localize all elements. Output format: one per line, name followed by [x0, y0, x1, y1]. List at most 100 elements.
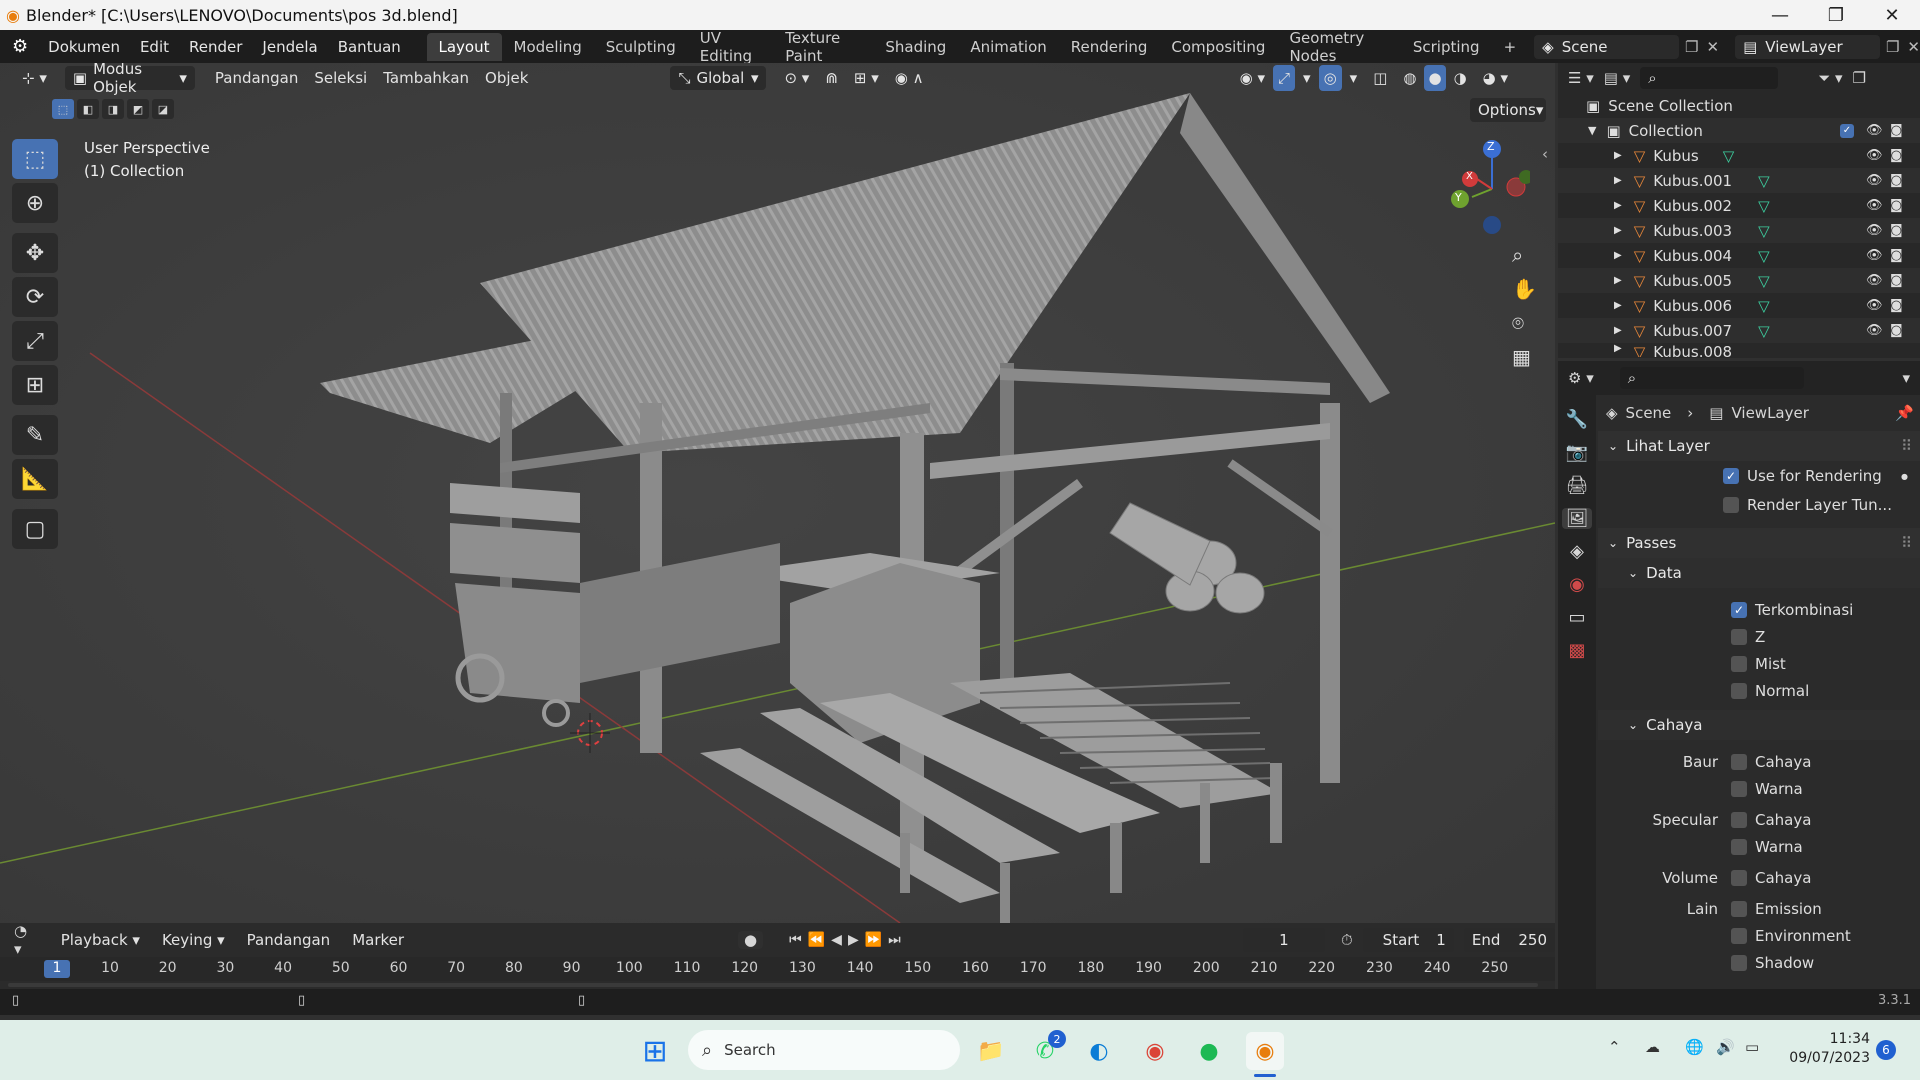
- emission-row[interactable]: Lain Emission: [1598, 895, 1920, 922]
- overlay-toggle-icon[interactable]: ◎: [1318, 65, 1342, 91]
- battery-icon[interactable]: ▭: [1745, 1038, 1759, 1056]
- rotate-tool-icon[interactable]: ⟳: [12, 277, 58, 317]
- tray-chevron-icon[interactable]: ⌃: [1608, 1038, 1621, 1056]
- tab-rendering[interactable]: Rendering: [1059, 33, 1160, 61]
- volume-cahaya-checkbox[interactable]: [1731, 869, 1747, 886]
- drag-handle-icon[interactable]: ⠿: [1901, 534, 1912, 552]
- menu-edit[interactable]: Edit: [130, 30, 179, 63]
- camera-icon[interactable]: ◙: [1890, 248, 1903, 263]
- select-intersect-icon[interactable]: ◪: [152, 99, 174, 119]
- normal-pass-checkbox[interactable]: [1731, 682, 1747, 699]
- menu-pandangan-timeline[interactable]: Pandangan: [239, 927, 339, 953]
- shadow-checkbox[interactable]: [1731, 954, 1747, 971]
- camera-icon[interactable]: ◙: [1890, 298, 1903, 313]
- eye-icon[interactable]: 👁: [1866, 223, 1883, 238]
- chrome-icon[interactable]: ◉: [1136, 1032, 1174, 1070]
- tab-uv-editing[interactable]: UV Editing: [688, 29, 774, 65]
- tab-modeling[interactable]: Modeling: [502, 33, 594, 61]
- terkombinasi-checkbox[interactable]: ✓: [1731, 601, 1747, 618]
- camera-icon[interactable]: ◙: [1890, 148, 1903, 163]
- annotate-tool-icon[interactable]: ✎: [12, 415, 58, 455]
- ortho-grid-icon[interactable]: ▦: [1512, 345, 1537, 369]
- expand-arrow-icon[interactable]: ▶: [1614, 175, 1622, 186]
- eye-icon[interactable]: 👁: [1866, 273, 1883, 288]
- mist-pass-checkbox[interactable]: [1731, 655, 1747, 672]
- overlay-dropdown-icon[interactable]: ▾: [1342, 65, 1366, 91]
- eye-icon[interactable]: 👁: [1866, 248, 1883, 263]
- world-tab-icon[interactable]: ◉: [1569, 574, 1585, 595]
- menu-dokumen[interactable]: Dokumen: [38, 30, 130, 63]
- z-pass-checkbox[interactable]: [1731, 628, 1747, 645]
- expand-arrow-icon[interactable]: ▼: [1588, 124, 1596, 137]
- clock[interactable]: 11:34 09/07/2023: [1786, 1030, 1870, 1068]
- passes-header[interactable]: ⌄ Passes ⠿: [1598, 528, 1920, 558]
- solid-shading-icon[interactable]: ●: [1424, 65, 1446, 91]
- menu-render[interactable]: Render: [179, 30, 252, 63]
- menu-bantuan[interactable]: Bantuan: [328, 30, 411, 63]
- lihat-layer-header[interactable]: ⌄ Lihat Layer ⠿: [1598, 431, 1920, 461]
- object-row[interactable]: ▶ ▽ Kubus ▽ 👁 ◙: [1558, 143, 1920, 168]
- add-cube-tool-icon[interactable]: ▢: [12, 509, 58, 549]
- sidebar-toggle-icon[interactable]: ‹: [1542, 145, 1548, 163]
- navigation-gizmo[interactable]: Z Y X: [1440, 139, 1533, 239]
- normal-pass-row[interactable]: Normal: [1598, 677, 1920, 704]
- cahaya-subheader[interactable]: ⌄ Cahaya: [1598, 710, 1920, 740]
- render-layer-tun-row[interactable]: Render Layer Tun...: [1598, 491, 1920, 518]
- cursor-tool-icon[interactable]: ⊕: [12, 183, 58, 223]
- drag-handle-icon[interactable]: ⠿: [1901, 437, 1912, 455]
- eye-icon[interactable]: 👁: [1866, 198, 1883, 213]
- start-frame-field[interactable]: Start 1: [1362, 928, 1454, 952]
- display-mode-icon[interactable]: ▤ ▾: [1604, 69, 1630, 87]
- tab-layout[interactable]: Layout: [426, 32, 502, 61]
- edge-icon[interactable]: ◐: [1080, 1032, 1118, 1070]
- pin-icon[interactable]: 📌: [1895, 404, 1914, 422]
- notification-badge[interactable]: 6: [1876, 1040, 1896, 1060]
- expand-arrow-icon[interactable]: ▶: [1614, 325, 1622, 336]
- object-row[interactable]: ▶ ▽ Kubus.003 ▽ 👁 ◙: [1558, 218, 1920, 243]
- keyframe-dot-icon[interactable]: ●: [1901, 472, 1908, 481]
- specular-warna-checkbox[interactable]: [1731, 838, 1747, 855]
- eye-icon[interactable]: 👁: [1866, 323, 1883, 338]
- use-for-rendering-checkbox[interactable]: ✓: [1723, 468, 1739, 484]
- menu-jendela[interactable]: Jendela: [252, 30, 327, 63]
- exclude-checkbox[interactable]: ✓: [1840, 123, 1854, 138]
- transform-tool-icon[interactable]: ⊞: [12, 365, 58, 405]
- object-row[interactable]: ▶ ▽ Kubus.007 ▽ 👁 ◙: [1558, 318, 1920, 343]
- gizmo-dropdown-icon[interactable]: ▾: [1295, 65, 1319, 91]
- menu-objek[interactable]: Objek: [477, 65, 536, 91]
- transform-orientation-selector[interactable]: ⤡ Global ▾: [670, 66, 767, 90]
- camera-icon[interactable]: ◙: [1890, 123, 1903, 138]
- timeline-scrollbar[interactable]: [8, 983, 1538, 987]
- expand-arrow-icon[interactable]: ▶: [1614, 150, 1622, 161]
- rendered-shading-icon[interactable]: ◕ ▾: [1475, 65, 1516, 91]
- visibility-icon[interactable]: ◉ ▾: [1232, 65, 1273, 91]
- camera-icon[interactable]: ◙: [1890, 198, 1903, 213]
- outliner-search-input[interactable]: ⌕: [1640, 67, 1779, 89]
- camera-icon[interactable]: ◙: [1890, 173, 1903, 188]
- menu-tambahkan[interactable]: Tambahkan: [375, 65, 477, 91]
- eye-icon[interactable]: 👁: [1866, 123, 1883, 138]
- pivot-icon[interactable]: ⊙ ▾: [776, 65, 817, 91]
- file-explorer-icon[interactable]: 📁: [972, 1032, 1010, 1070]
- xray-icon[interactable]: ◫: [1365, 65, 1395, 91]
- object-row[interactable]: ▶ ▽ Kubus.004 ▽ 👁 ◙: [1558, 243, 1920, 268]
- view-layer-tab-icon[interactable]: 🖼: [1561, 508, 1593, 529]
- properties-search-input[interactable]: ⌕: [1619, 367, 1804, 389]
- volume-cahaya-row[interactable]: Volume Cahaya: [1598, 864, 1920, 891]
- collection-tab-icon[interactable]: ▭: [1568, 607, 1585, 628]
- properties-type-icon[interactable]: ⚙ ▾: [1568, 369, 1594, 387]
- expand-arrow-icon[interactable]: ▶: [1614, 225, 1622, 236]
- tab-scripting[interactable]: Scripting: [1401, 33, 1492, 61]
- menu-marker[interactable]: Marker: [344, 927, 412, 953]
- baur-cahaya-row[interactable]: Baur Cahaya: [1598, 748, 1920, 775]
- data-subheader[interactable]: ⌄ Data: [1598, 558, 1920, 588]
- clock-editor-icon[interactable]: ◔ ▾: [14, 922, 37, 958]
- tab-shading[interactable]: Shading: [873, 33, 958, 61]
- select-subtract-icon[interactable]: ◨: [102, 99, 124, 119]
- network-icon[interactable]: 🌐: [1685, 1038, 1704, 1056]
- restore-button[interactable]: ❐: [1808, 0, 1864, 30]
- object-row[interactable]: ▶ ▽ Kubus.001 ▽ 👁 ◙: [1558, 168, 1920, 193]
- zoom-icon[interactable]: ⌕: [1512, 243, 1537, 267]
- baur-cahaya-checkbox[interactable]: [1731, 753, 1747, 770]
- expand-arrow-icon[interactable]: ▶: [1614, 343, 1622, 354]
